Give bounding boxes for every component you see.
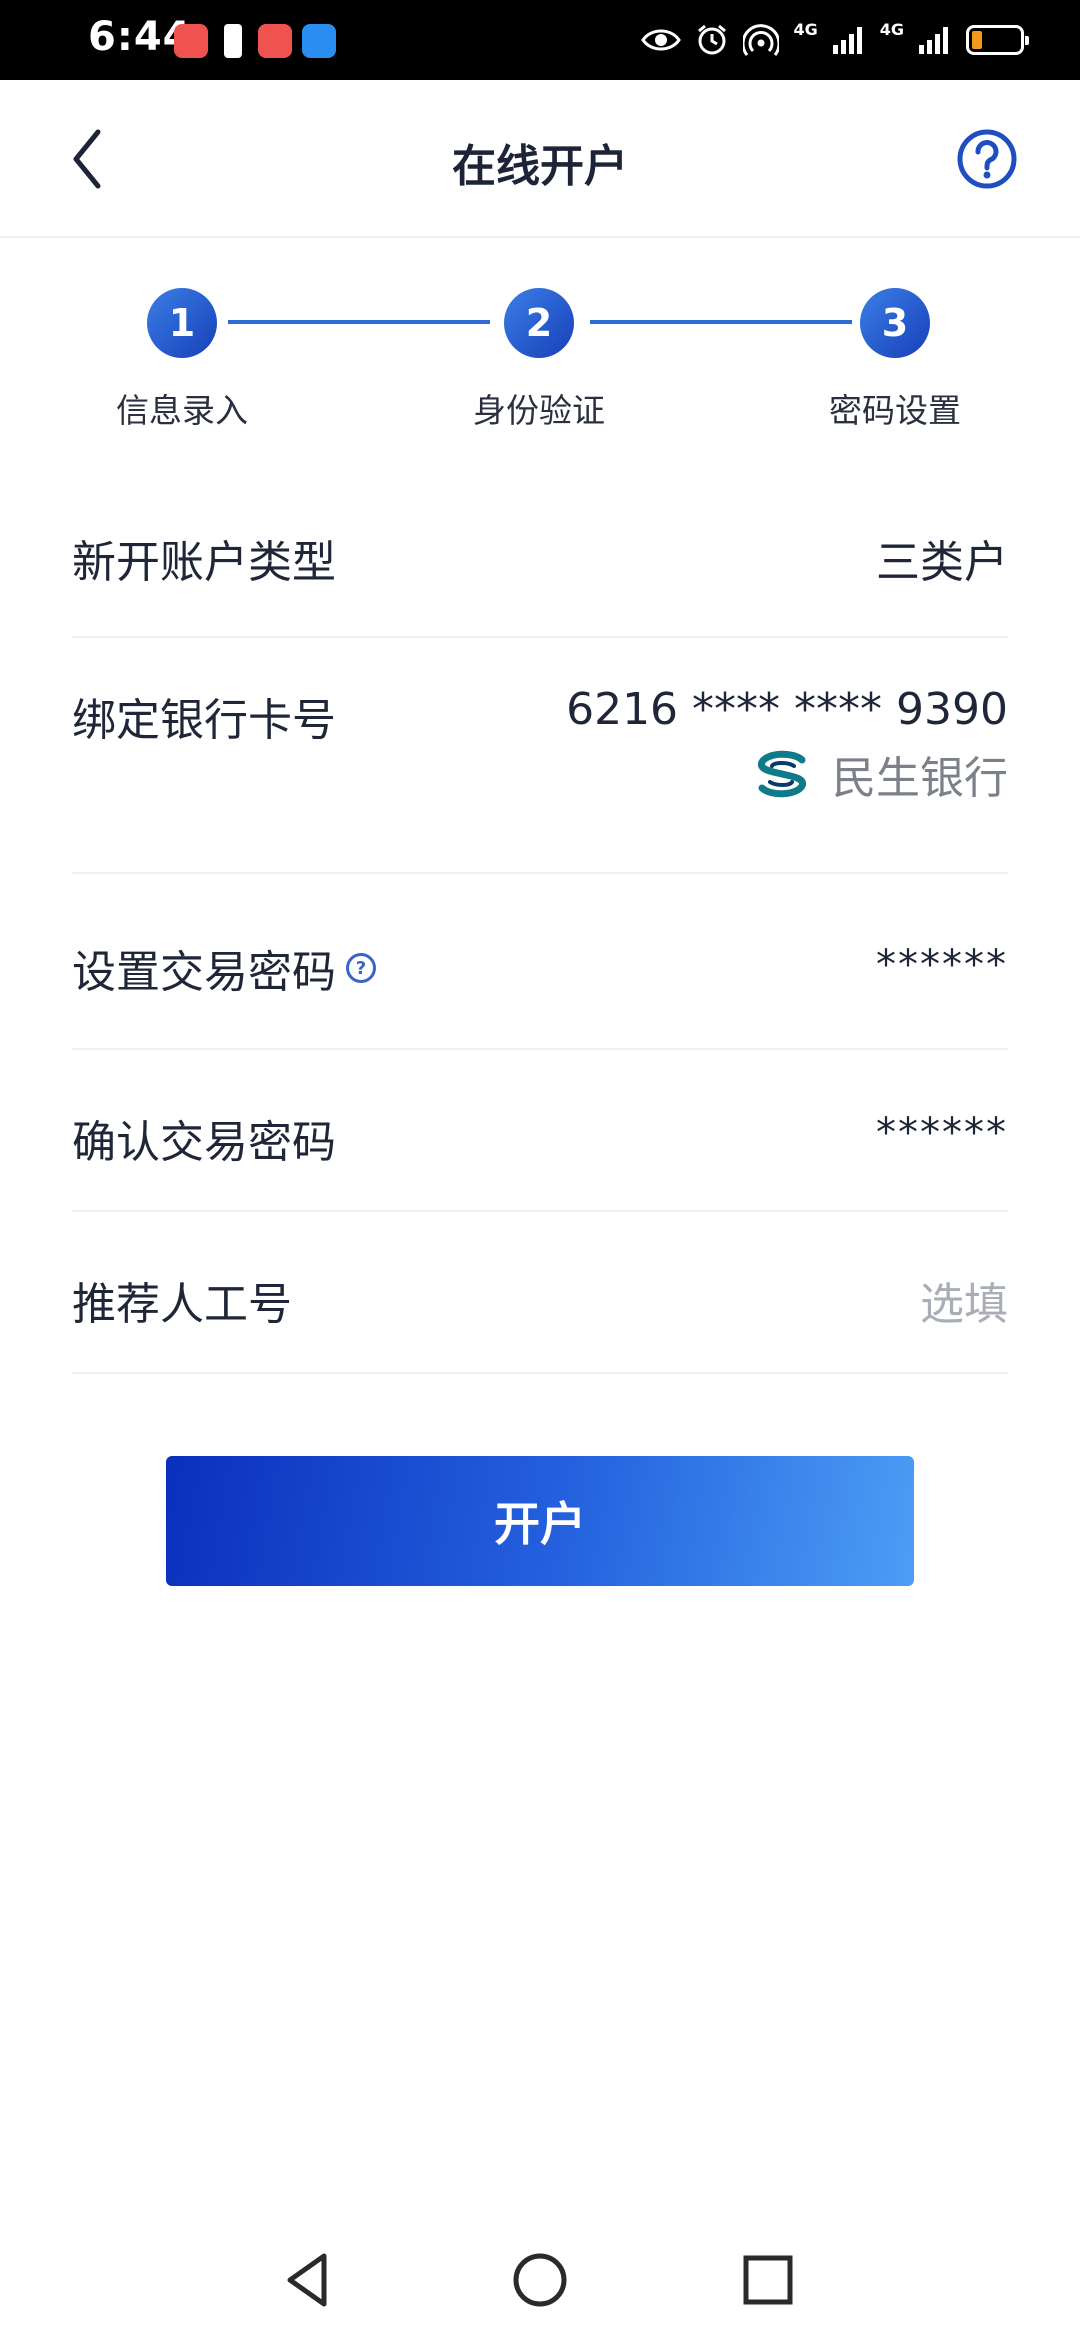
weather-icon xyxy=(302,24,336,58)
network-type-right: 4G xyxy=(879,20,904,39)
account-type-label: 新开账户类型 xyxy=(72,537,336,588)
step-3-label: 密码设置 xyxy=(829,391,961,430)
step-connector xyxy=(590,320,852,324)
help-button[interactable] xyxy=(956,128,1018,190)
referrer-label: 推荐人工号 xyxy=(72,1279,292,1330)
trade-password-label-group: 设置交易密码 ? xyxy=(72,936,376,1000)
nav-recents-icon[interactable] xyxy=(736,2248,800,2312)
bank-name: 民生银行 xyxy=(832,753,1008,804)
nav-back-icon[interactable] xyxy=(276,2248,340,2312)
bank-card-row[interactable]: 绑定银行卡号 6216 **** **** 9390 民生银行 xyxy=(72,638,1008,874)
trade-password-row[interactable]: 设置交易密码 ? ****** xyxy=(72,874,1008,1050)
eye-icon xyxy=(641,29,682,51)
battery-alert-icon xyxy=(224,24,242,58)
header: 在线开户 xyxy=(0,80,1080,238)
referrer-input[interactable]: 选填 xyxy=(920,1268,1008,1332)
system-icons: 4G 4G xyxy=(641,20,1029,60)
open-account-button[interactable]: 开户 xyxy=(166,1456,914,1586)
huawei-app-icon xyxy=(174,24,208,58)
bank-card-label: 绑定银行卡号 xyxy=(72,695,336,746)
account-type-value: 三类户 xyxy=(876,537,1008,588)
bank-info: 民生银行 xyxy=(754,742,1008,806)
trade-password-input[interactable]: ****** xyxy=(876,942,1008,988)
account-type-row[interactable]: 新开账户类型 三类户 xyxy=(72,490,1008,638)
battery-icon xyxy=(966,25,1029,55)
alarm-icon xyxy=(698,24,727,55)
referrer-row[interactable]: 推荐人工号 选填 xyxy=(72,1212,1008,1374)
bank-card-number: 6216 **** **** 9390 xyxy=(566,684,1008,735)
page-title: 在线开户 xyxy=(452,141,628,192)
step-connector xyxy=(228,320,490,324)
step-1-label: 信息录入 xyxy=(116,391,248,430)
trade-password-label: 设置交易密码 xyxy=(72,947,336,998)
step-2-label: 身份验证 xyxy=(473,391,605,430)
progress-stepper: 1 2 3 信息录入 身份验证 密码设置 xyxy=(0,238,1080,448)
step-3-circle: 3 xyxy=(860,288,930,358)
confirm-password-label: 确认交易密码 xyxy=(72,1117,336,1168)
account-form: 新开账户类型 三类户 绑定银行卡号 6216 **** **** 9390 民生… xyxy=(72,490,1008,1374)
system-nav-bar xyxy=(0,2218,1080,2340)
notification-icons xyxy=(174,24,336,58)
confirm-password-input[interactable]: ****** xyxy=(876,1110,1008,1156)
status-bar: 6:44 4G 4G xyxy=(0,0,1080,80)
hotspot-icon xyxy=(743,24,780,56)
signal-icon xyxy=(919,27,948,54)
signal-icon xyxy=(832,27,862,54)
huawei-app-icon xyxy=(258,24,292,58)
step-1-circle: 1 xyxy=(147,288,217,358)
nav-home-icon[interactable] xyxy=(508,2248,572,2312)
step-2-circle: 2 xyxy=(504,288,574,358)
cmbc-bank-logo-icon xyxy=(757,750,807,798)
confirm-password-row[interactable]: 确认交易密码 ****** xyxy=(72,1050,1008,1212)
info-icon[interactable]: ? xyxy=(346,953,376,983)
network-type-left: 4G xyxy=(793,20,818,39)
question-circle-icon xyxy=(957,129,1017,189)
